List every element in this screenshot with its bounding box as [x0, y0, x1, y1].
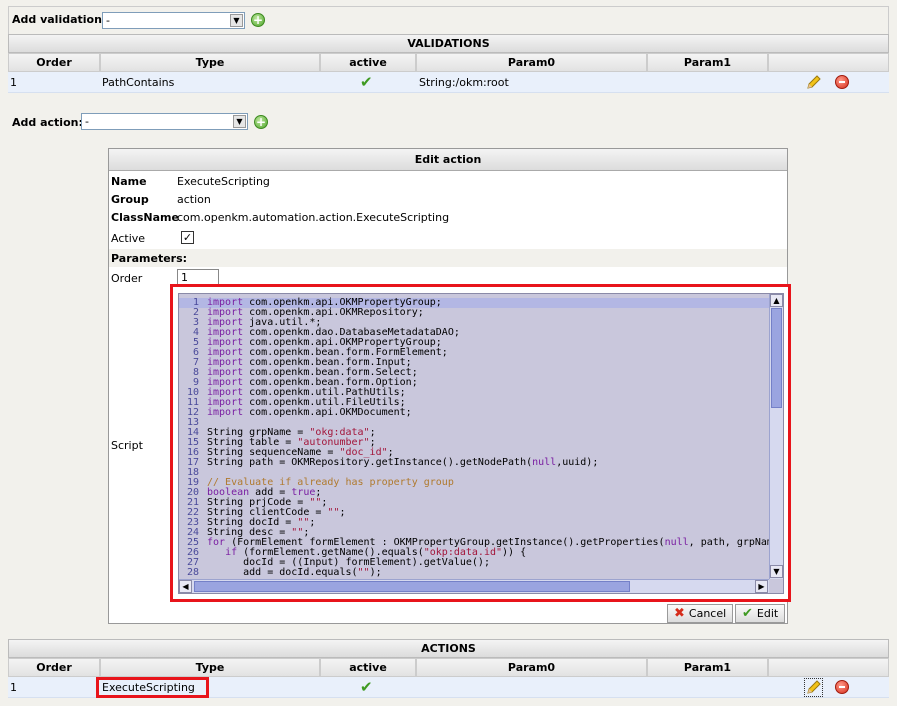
validations-col-actions: [768, 53, 889, 72]
active-check-icon: ✔: [360, 678, 373, 696]
add-validation-label: Add validation:: [12, 13, 107, 26]
scroll-down-icon[interactable]: ▼: [770, 565, 783, 578]
action-row: 1 ExecuteScripting ✔: [8, 677, 889, 698]
validations-col-type: Type: [100, 53, 320, 72]
scroll-left-icon[interactable]: ◀: [179, 580, 192, 593]
group-value: action: [177, 193, 211, 206]
validations-col-param1: Param1: [647, 53, 768, 72]
validations-col-param0: Param0: [416, 53, 647, 72]
validation-row: 1 PathContains ✔ String:/okm:root: [8, 72, 889, 93]
add-action-select-value: -: [85, 115, 89, 128]
name-label: Name: [111, 175, 147, 188]
add-action-plus-icon[interactable]: +: [254, 115, 268, 129]
chevron-down-icon: ▼: [233, 115, 246, 128]
actions-col-param0: Param0: [416, 658, 647, 677]
horizontal-scroll-thumb[interactable]: [194, 581, 630, 592]
add-action-select[interactable]: - ▼: [81, 113, 248, 130]
delete-minus-icon[interactable]: [835, 75, 849, 89]
validation-order: 1: [10, 76, 17, 89]
edit-button-label: Edit: [756, 607, 779, 620]
validation-type: PathContains: [102, 76, 175, 89]
code-area[interactable]: 1 import com.openkm.api.OKMPropertyGroup;…: [179, 298, 783, 578]
action-type[interactable]: ExecuteScripting: [102, 677, 195, 698]
parameters-bar: Parameters:: [109, 249, 787, 267]
parameters-label: Parameters:: [111, 252, 188, 265]
validations-title: VALIDATIONS: [8, 34, 889, 53]
cancel-button[interactable]: ✖ Cancel: [667, 604, 734, 623]
action-order: 1: [10, 681, 17, 694]
add-action-label: Add action:: [12, 116, 83, 129]
validations-col-active: active: [320, 53, 416, 72]
validation-bar: Add validation: - ▼ +: [8, 6, 889, 34]
add-validation-select-value: -: [106, 14, 110, 27]
edit-pencil-icon[interactable]: [806, 74, 822, 90]
actions-col-type: Type: [100, 658, 320, 677]
actions-col-param1: Param1: [647, 658, 768, 677]
actions-col-active: active: [320, 658, 416, 677]
script-editor[interactable]: 1 import com.openkm.api.OKMPropertyGroup;…: [178, 293, 784, 594]
delete-minus-icon[interactable]: [835, 680, 849, 694]
code-text: import com.openkm.api.OKMDocument;: [207, 407, 412, 418]
code-line: 28 add = docId.equals("");: [179, 568, 769, 578]
name-value: ExecuteScripting: [177, 175, 270, 188]
line-number: 28: [186, 567, 199, 578]
cancel-x-icon: ✖: [674, 606, 685, 621]
actions-col-actions: [768, 658, 889, 677]
code-text: add = docId.equals("");: [207, 567, 382, 578]
horizontal-scrollbar[interactable]: ◀ ▶: [179, 579, 769, 593]
validation-param0: String:/okm:root: [419, 76, 509, 89]
active-check-icon: ✔: [360, 73, 373, 91]
vertical-scroll-thumb[interactable]: [771, 308, 782, 408]
scroll-up-icon[interactable]: ▲: [770, 294, 783, 307]
script-editor-highlight: 1 import com.openkm.api.OKMPropertyGroup;…: [170, 284, 791, 602]
edit-check-icon: ✔: [742, 606, 753, 621]
classname-value: com.openkm.automation.action.ExecuteScri…: [177, 211, 450, 224]
edit-button[interactable]: ✔ Edit: [735, 604, 786, 623]
order-label: Order: [111, 272, 143, 285]
add-validation-select[interactable]: - ▼: [102, 12, 245, 29]
script-label: Script: [111, 439, 143, 452]
code-text: String path = OKMRepository.getInstance(…: [207, 457, 599, 468]
order-input-value: 1: [181, 271, 188, 284]
edit-pencil-icon[interactable]: [806, 679, 822, 695]
add-validation-plus-icon[interactable]: +: [251, 13, 265, 27]
chevron-down-icon: ▼: [230, 14, 243, 27]
edit-action-title: Edit action: [109, 149, 787, 171]
vertical-scrollbar[interactable]: ▲ ▼: [769, 294, 783, 579]
classname-label: ClassName: [111, 211, 179, 224]
active-label: Active: [111, 232, 146, 245]
scroll-right-icon[interactable]: ▶: [755, 580, 768, 593]
active-checkbox[interactable]: ✓: [181, 231, 194, 244]
code-line: 12 import com.openkm.api.OKMDocument;: [179, 408, 769, 418]
actions-title: ACTIONS: [8, 639, 889, 658]
group-label: Group: [111, 193, 149, 206]
validations-col-order: Order: [8, 53, 100, 72]
cancel-button-label: Cancel: [688, 607, 727, 620]
code-line: 17 String path = OKMRepository.getInstanc…: [179, 458, 769, 468]
actions-col-order: Order: [8, 658, 100, 677]
